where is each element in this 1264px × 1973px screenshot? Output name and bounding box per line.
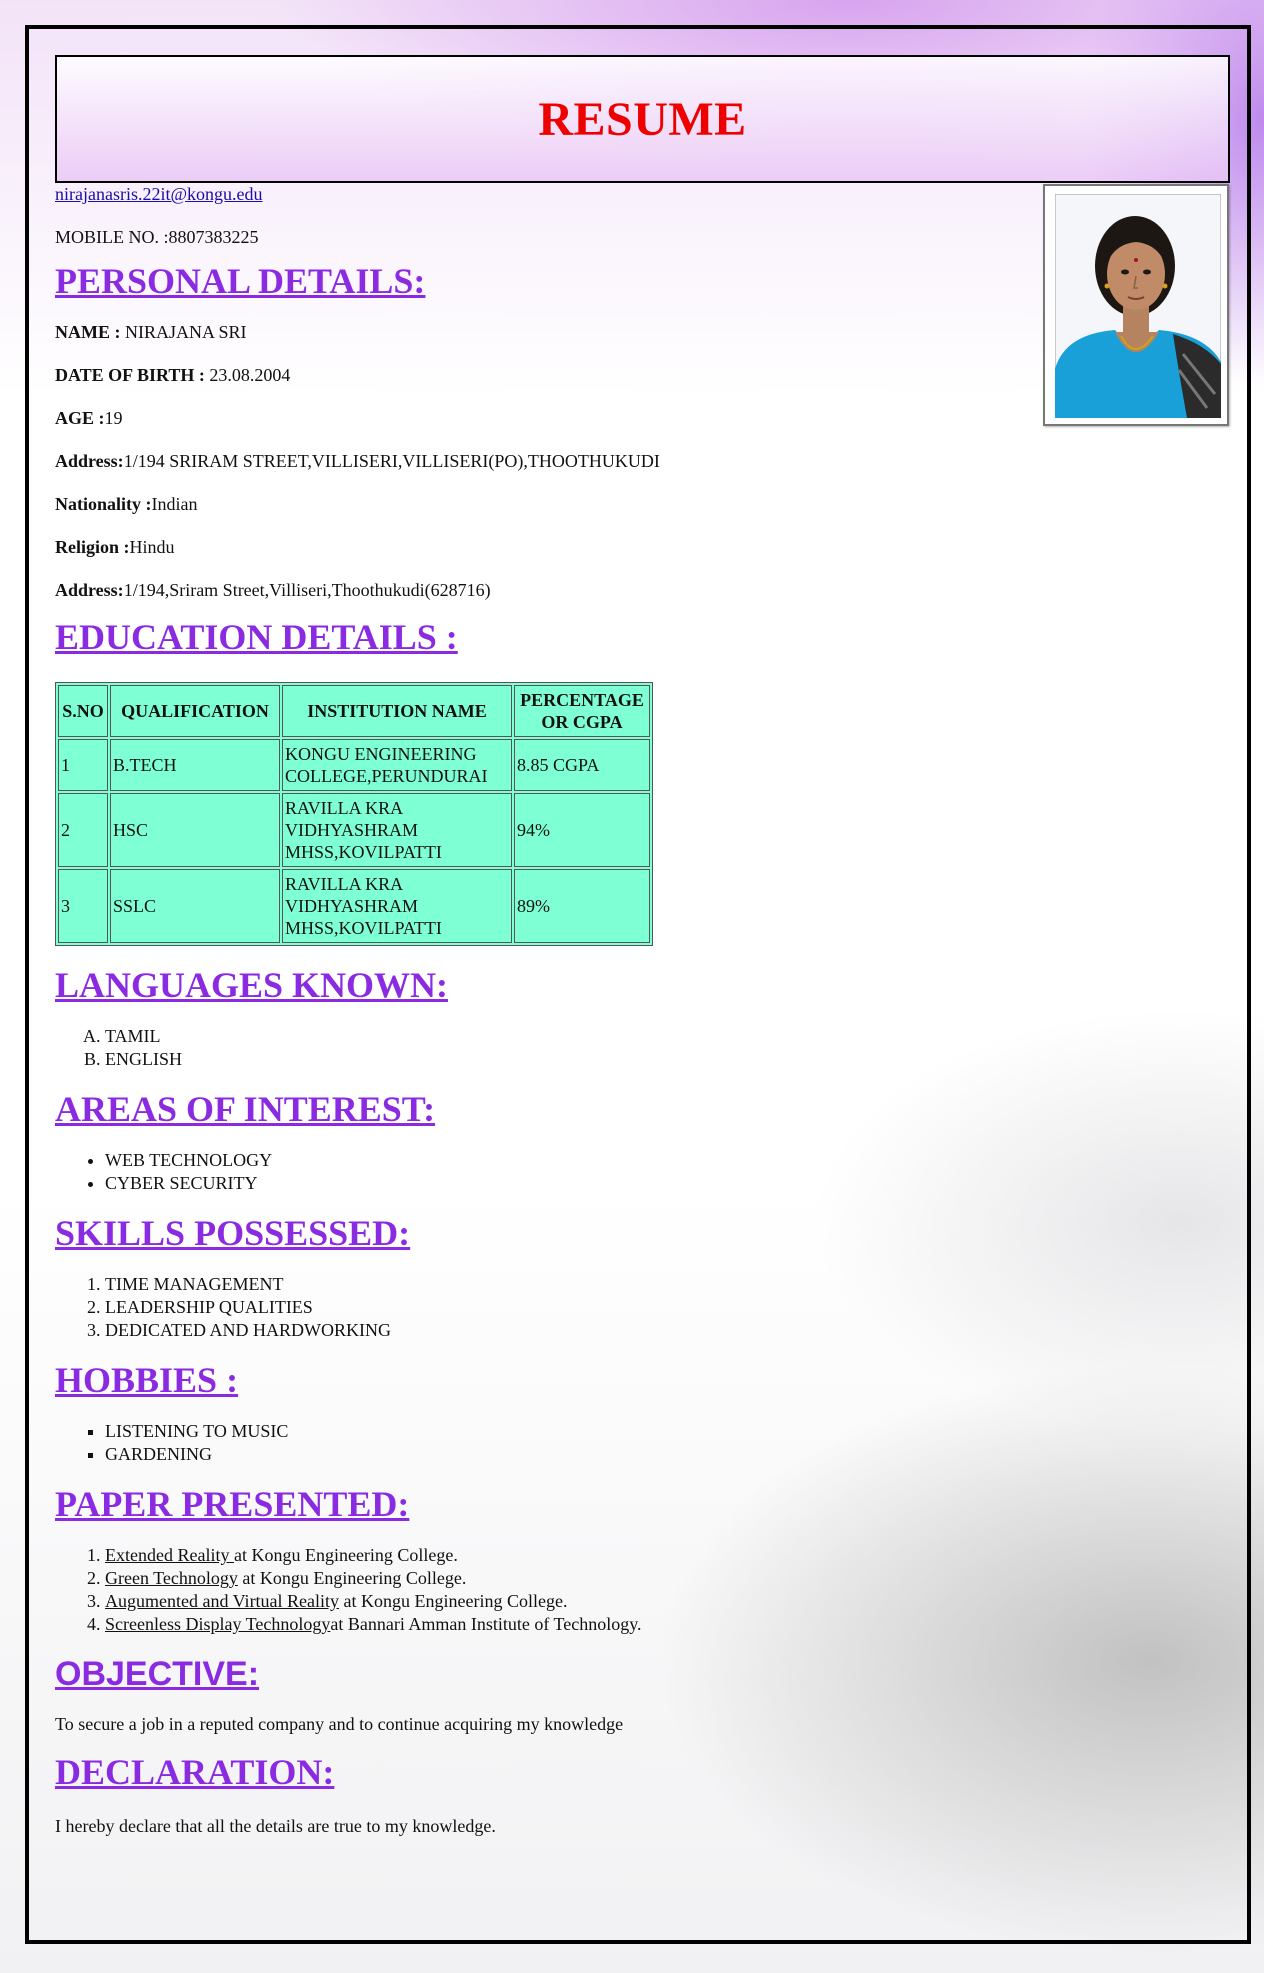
table-cell: HSC xyxy=(110,793,280,867)
religion-value: Hindu xyxy=(129,537,175,557)
postal-address-row: Address:1/194,Sriram Street,Villiseri,Th… xyxy=(55,579,1055,601)
interests-heading: AREAS OF INTEREST: xyxy=(55,1089,436,1129)
name-row: NAME : NIRAJANA SRI xyxy=(55,321,1055,343)
profile-photo-image xyxy=(1055,194,1221,418)
name-value: NIRAJANA SRI xyxy=(125,322,247,342)
address-row: Address:1/194 SRIRAM STREET,VILLISERI,VI… xyxy=(55,450,1055,472)
resume-content: nirajanasris.22it@kongu.edu MOBILE NO. :… xyxy=(55,184,1055,1837)
table-cell: RAVILLA KRA VIDHYASHRAM MHSS,KOVILPATTI xyxy=(282,869,512,943)
table-cell: 2 xyxy=(58,793,108,867)
dob-row: DATE OF BIRTH : 23.08.2004 xyxy=(55,364,1055,386)
table-cell: 1 xyxy=(58,739,108,791)
list-item: GARDENING xyxy=(105,1443,1055,1466)
education-details-heading: EDUCATION DETAILS : xyxy=(55,617,458,657)
column-header: S.NO xyxy=(58,685,108,737)
interests-list: WEB TECHNOLOGY CYBER SECURITY xyxy=(55,1149,1055,1195)
hobbies-list: LISTENING TO MUSIC GARDENING xyxy=(55,1420,1055,1466)
table-cell: B.TECH xyxy=(110,739,280,791)
profile-photo xyxy=(1043,184,1229,426)
paper-topic: Screenless Display Technology xyxy=(105,1614,331,1634)
list-item: WEB TECHNOLOGY xyxy=(105,1149,1055,1172)
address-value: 1/194 SRIRAM STREET,VILLISERI,VILLISERI(… xyxy=(123,451,660,471)
personal-details: NAME : NIRAJANA SRI DATE OF BIRTH : 23.0… xyxy=(55,321,1055,601)
paper-venue: at Kongu Engineering College. xyxy=(339,1591,568,1611)
table-cell: 94% xyxy=(514,793,650,867)
table-cell: RAVILLA KRA VIDHYASHRAM MHSS,KOVILPATTI xyxy=(282,793,512,867)
hobbies-heading: HOBBIES : xyxy=(55,1360,239,1400)
education-table: S.NO QUALIFICATION INSTITUTION NAME PERC… xyxy=(55,682,653,946)
table-cell: 8.85 CGPA xyxy=(514,739,650,791)
resume-title: RESUME xyxy=(538,92,747,146)
list-item: CYBER SECURITY xyxy=(105,1172,1055,1195)
list-item: LEADERSHIP QUALITIES xyxy=(105,1296,1055,1319)
table-cell: SSLC xyxy=(110,869,280,943)
mobile-number: MOBILE NO. :8807383225 xyxy=(55,227,259,247)
papers-heading: PAPER PRESENTED: xyxy=(55,1484,410,1524)
table-cell: 3 xyxy=(58,869,108,943)
column-header: QUALIFICATION xyxy=(110,685,280,737)
table-header-row: S.NO QUALIFICATION INSTITUTION NAME PERC… xyxy=(58,685,650,737)
paper-venue: at Bannari Amman Institute of Technology… xyxy=(330,1614,642,1634)
table-row: 1 B.TECH KONGU ENGINEERING COLLEGE,PERUN… xyxy=(58,739,650,791)
list-item: DEDICATED AND HARDWORKING xyxy=(105,1319,1055,1342)
list-item: Augumented and Virtual Reality at Kongu … xyxy=(105,1590,1055,1613)
email-link[interactable]: nirajanasris.22it@kongu.edu xyxy=(55,184,263,204)
address-label: Address: xyxy=(55,451,124,471)
table-row: 3 SSLC RAVILLA KRA VIDHYASHRAM MHSS,KOVI… xyxy=(58,869,650,943)
table-cell: 89% xyxy=(514,869,650,943)
skills-heading: SKILLS POSSESSED: xyxy=(55,1213,411,1253)
column-header: PERCENTAGE OR CGPA xyxy=(514,685,650,737)
languages-heading: LANGUAGES KNOWN: xyxy=(55,965,449,1005)
list-item: Green Technology at Kongu Engineering Co… xyxy=(105,1567,1055,1590)
nationality-row: Nationality :Indian xyxy=(55,493,1055,515)
paper-venue: at Kongu Engineering College. xyxy=(237,1568,467,1588)
skills-list: TIME MANAGEMENT LEADERSHIP QUALITIES DED… xyxy=(55,1273,1055,1342)
religion-label: Religion : xyxy=(55,537,130,557)
paper-topic: Augumented and Virtual Reality xyxy=(105,1591,340,1611)
nationality-label: Nationality : xyxy=(55,494,152,514)
paper-venue: at Kongu Engineering College. xyxy=(233,1545,458,1565)
papers-list: Extended Reality at Kongu Engineering Co… xyxy=(55,1544,1055,1636)
paper-topic: Extended Reality xyxy=(105,1545,234,1565)
paper-topic: Green Technology xyxy=(105,1568,238,1588)
table-cell: KONGU ENGINEERING COLLEGE,PERUNDURAI xyxy=(282,739,512,791)
list-item: LISTENING TO MUSIC xyxy=(105,1420,1055,1443)
list-item: TAMIL xyxy=(105,1025,1055,1048)
postal-address-value: 1/194,Sriram Street,Villiseri,Thoothukud… xyxy=(123,580,491,600)
objective-text: To secure a job in a reputed company and… xyxy=(55,1714,624,1734)
column-header: INSTITUTION NAME xyxy=(282,685,512,737)
name-label: NAME : xyxy=(55,322,125,342)
declaration-text: I hereby declare that all the details ar… xyxy=(55,1816,496,1836)
age-row: AGE :19 xyxy=(55,407,1055,429)
postal-address-label: Address: xyxy=(55,580,124,600)
languages-list: TAMIL ENGLISH xyxy=(55,1025,1055,1071)
list-item: TIME MANAGEMENT xyxy=(105,1273,1055,1296)
list-item: Screenless Display Technologyat Bannari … xyxy=(105,1613,1055,1636)
title-box: RESUME xyxy=(55,55,1230,183)
declaration-heading: DECLARATION: xyxy=(55,1752,335,1792)
nationality-value: Indian xyxy=(151,494,198,514)
list-item: ENGLISH xyxy=(105,1048,1055,1071)
personal-details-heading: PERSONAL DETAILS: xyxy=(55,261,426,301)
dob-label: DATE OF BIRTH : xyxy=(55,365,210,385)
age-value: 19 xyxy=(104,408,123,428)
objective-heading: OBJECTIVE: xyxy=(55,1655,260,1693)
list-item: Extended Reality at Kongu Engineering Co… xyxy=(105,1544,1055,1567)
table-row: 2 HSC RAVILLA KRA VIDHYASHRAM MHSS,KOVIL… xyxy=(58,793,650,867)
dob-value: 23.08.2004 xyxy=(209,365,291,385)
age-label: AGE : xyxy=(55,408,105,428)
religion-row: Religion :Hindu xyxy=(55,536,1055,558)
